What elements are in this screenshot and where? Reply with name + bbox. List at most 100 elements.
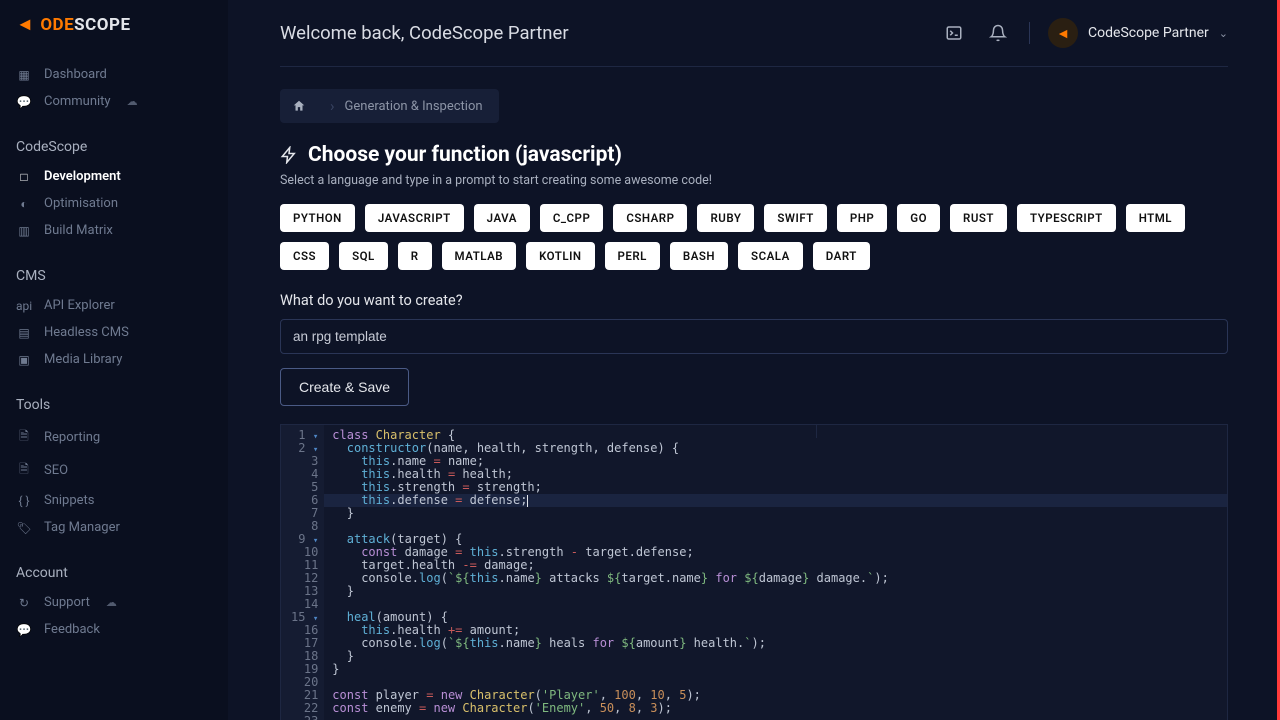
editor-code[interactable]: class Character { constructor(name, heal… bbox=[324, 425, 1227, 720]
lang-pill-java[interactable]: JAVA bbox=[474, 204, 530, 232]
nav-top: ▦ Dashboard 💬 Community ☁ bbox=[0, 61, 228, 115]
api-icon: api bbox=[16, 299, 32, 313]
sidebar-item-label: Support bbox=[44, 595, 90, 610]
sidebar-item-build-matrix[interactable]: ▥ Build Matrix bbox=[0, 217, 228, 244]
user-menu[interactable]: ◄ CodeScope Partner ⌄ bbox=[1048, 18, 1228, 48]
media-icon: ▣ bbox=[16, 353, 32, 367]
breadcrumb-sep: › bbox=[330, 97, 335, 115]
lang-pill-python[interactable]: PYTHON bbox=[280, 204, 355, 232]
sidebar-item-label: Community bbox=[44, 94, 111, 109]
sidebar-item-optimisation[interactable]: ◐ Optimisation bbox=[0, 190, 228, 217]
page-icon: ▤ bbox=[16, 326, 32, 340]
comment-icon: 💬 bbox=[16, 623, 32, 637]
sidebar: ◄ ODESCOPE ▦ Dashboard 💬 Community ☁ CodeSco… bbox=[0, 0, 228, 720]
sidebar-item-development[interactable]: □ Development bbox=[0, 163, 228, 190]
sidebar-item-label: Optimisation bbox=[44, 196, 118, 211]
divider bbox=[1029, 22, 1030, 44]
life-icon: ↻ bbox=[16, 596, 32, 610]
page-subtitle: Select a language and type in a prompt t… bbox=[280, 173, 1228, 188]
lang-pill-html[interactable]: HTML bbox=[1126, 204, 1185, 232]
lang-pill-r[interactable]: R bbox=[398, 242, 432, 270]
lightning-icon bbox=[280, 146, 298, 164]
sidebar-item-label: Feedback bbox=[44, 622, 100, 637]
lang-pill-go[interactable]: GO bbox=[897, 204, 940, 232]
logo-text: ODESCOPE bbox=[40, 15, 130, 35]
sidebar-item-api-explorer[interactable]: api API Explorer bbox=[0, 292, 228, 319]
sidebar-item-headless-cms[interactable]: ▤ Headless CMS bbox=[0, 319, 228, 346]
sidebar-item-community[interactable]: 💬 Community ☁ bbox=[0, 88, 228, 115]
lang-pill-dart[interactable]: DART bbox=[813, 242, 870, 270]
lang-pill-csharp[interactable]: CSHARP bbox=[613, 204, 687, 232]
lang-pill-javascript[interactable]: JAVASCRIPT bbox=[365, 204, 464, 232]
lang-pill-typescript[interactable]: TYPESCRIPT bbox=[1017, 204, 1116, 232]
username: CodeScope Partner bbox=[1088, 25, 1209, 41]
sidebar-item-label: API Explorer bbox=[44, 298, 115, 313]
home-icon[interactable] bbox=[292, 99, 306, 113]
prompt-label: What do you want to create? bbox=[280, 292, 1228, 309]
lang-pill-css[interactable]: CSS bbox=[280, 242, 329, 270]
chevron-down-icon: ⌄ bbox=[1219, 27, 1228, 40]
nav-section-title: Account bbox=[0, 559, 228, 589]
braces-icon: { } bbox=[16, 494, 32, 508]
sidebar-item-media-library[interactable]: ▣ Media Library bbox=[0, 346, 228, 373]
page-title: Choose your function (javascript) bbox=[308, 143, 622, 167]
editor-gutter: 1 ▾2 ▾3456789 ▾101112131415 ▾16171819202… bbox=[281, 425, 324, 720]
cloud-icon: ☁ bbox=[106, 596, 117, 609]
breadcrumb: › Generation & Inspection bbox=[280, 89, 1228, 123]
nav-section-title: CMS bbox=[0, 262, 228, 292]
main: Welcome back, CodeScope Partner ◄ CodeSc… bbox=[228, 0, 1280, 720]
lang-pill-sql[interactable]: SQL bbox=[339, 242, 388, 270]
sidebar-item-label: Snippets bbox=[44, 493, 95, 508]
language-pills: PYTHON JAVASCRIPT JAVA C_CPP CSHARP RUBY SWIFT… bbox=[280, 204, 1228, 270]
lang-pill-ruby[interactable]: RUBY bbox=[697, 204, 754, 232]
top-actions: ◄ CodeScope Partner ⌄ bbox=[941, 18, 1228, 48]
gauge-icon: ◐ bbox=[16, 197, 32, 211]
bars-icon: ▥ bbox=[16, 224, 32, 238]
sidebar-item-feedback[interactable]: 💬 Feedback bbox=[0, 616, 228, 643]
tag-icon: 🏷 bbox=[16, 521, 32, 535]
sidebar-item-support[interactable]: ↻ Support ☁ bbox=[0, 589, 228, 616]
sidebar-item-label: Tag Manager bbox=[44, 520, 120, 535]
sidebar-item-label: Reporting bbox=[44, 430, 100, 445]
box-icon: □ bbox=[16, 170, 32, 184]
sidebar-item-tag-manager[interactable]: 🏷 Tag Manager bbox=[0, 514, 228, 541]
lang-pill-perl[interactable]: PERL bbox=[605, 242, 660, 270]
editor-split-line bbox=[816, 425, 817, 438]
nav-section-title: Tools bbox=[0, 391, 228, 421]
lang-pill-scala[interactable]: SCALA bbox=[738, 242, 803, 270]
sidebar-item-dashboard[interactable]: ▦ Dashboard bbox=[0, 61, 228, 88]
bell-icon[interactable] bbox=[985, 20, 1011, 46]
sidebar-item-label: Build Matrix bbox=[44, 223, 113, 238]
topbar: Welcome back, CodeScope Partner ◄ CodeSc… bbox=[280, 18, 1228, 67]
sidebar-item-seo[interactable]: 🗎 SEO bbox=[0, 454, 228, 487]
sidebar-item-reporting[interactable]: 🗎 Reporting bbox=[0, 421, 228, 454]
avatar: ◄ bbox=[1048, 18, 1078, 48]
lang-pill-c_cpp[interactable]: C_CPP bbox=[540, 204, 603, 232]
lang-pill-matlab[interactable]: MATLAB bbox=[442, 242, 517, 270]
seo-icon: 🗎 bbox=[16, 460, 32, 481]
nav-section-title: CodeScope bbox=[0, 133, 228, 163]
welcome-text: Welcome back, CodeScope Partner bbox=[280, 22, 569, 44]
sidebar-item-label: Dashboard bbox=[44, 67, 107, 82]
lang-pill-bash[interactable]: BASH bbox=[670, 242, 728, 270]
lang-pill-swift[interactable]: SWIFT bbox=[764, 204, 826, 232]
lang-pill-php[interactable]: PHP bbox=[837, 204, 887, 232]
create-save-button[interactable]: Create & Save bbox=[280, 368, 409, 406]
prompt-input[interactable] bbox=[280, 319, 1228, 354]
sidebar-item-snippets[interactable]: { } Snippets bbox=[0, 487, 228, 514]
lang-pill-kotlin[interactable]: KOTLIN bbox=[526, 242, 594, 270]
terminal-icon[interactable] bbox=[941, 20, 967, 46]
breadcrumb-current[interactable]: Generation & Inspection bbox=[345, 99, 483, 114]
sidebar-item-label: Development bbox=[44, 169, 121, 184]
doc-icon: 🗎 bbox=[16, 427, 32, 448]
code-editor[interactable]: 1 ▾2 ▾3456789 ▾101112131415 ▾16171819202… bbox=[280, 424, 1228, 720]
chat-icon: 💬 bbox=[16, 95, 32, 109]
grid-icon: ▦ bbox=[16, 68, 32, 82]
logo-icon: ◄ bbox=[16, 14, 34, 35]
sidebar-item-label: Headless CMS bbox=[44, 325, 129, 340]
sidebar-item-label: SEO bbox=[44, 463, 68, 478]
logo[interactable]: ◄ ODESCOPE bbox=[0, 14, 228, 43]
cloud-icon: ☁ bbox=[127, 95, 138, 108]
sidebar-item-label: Media Library bbox=[44, 352, 122, 367]
lang-pill-rust[interactable]: RUST bbox=[950, 204, 1007, 232]
